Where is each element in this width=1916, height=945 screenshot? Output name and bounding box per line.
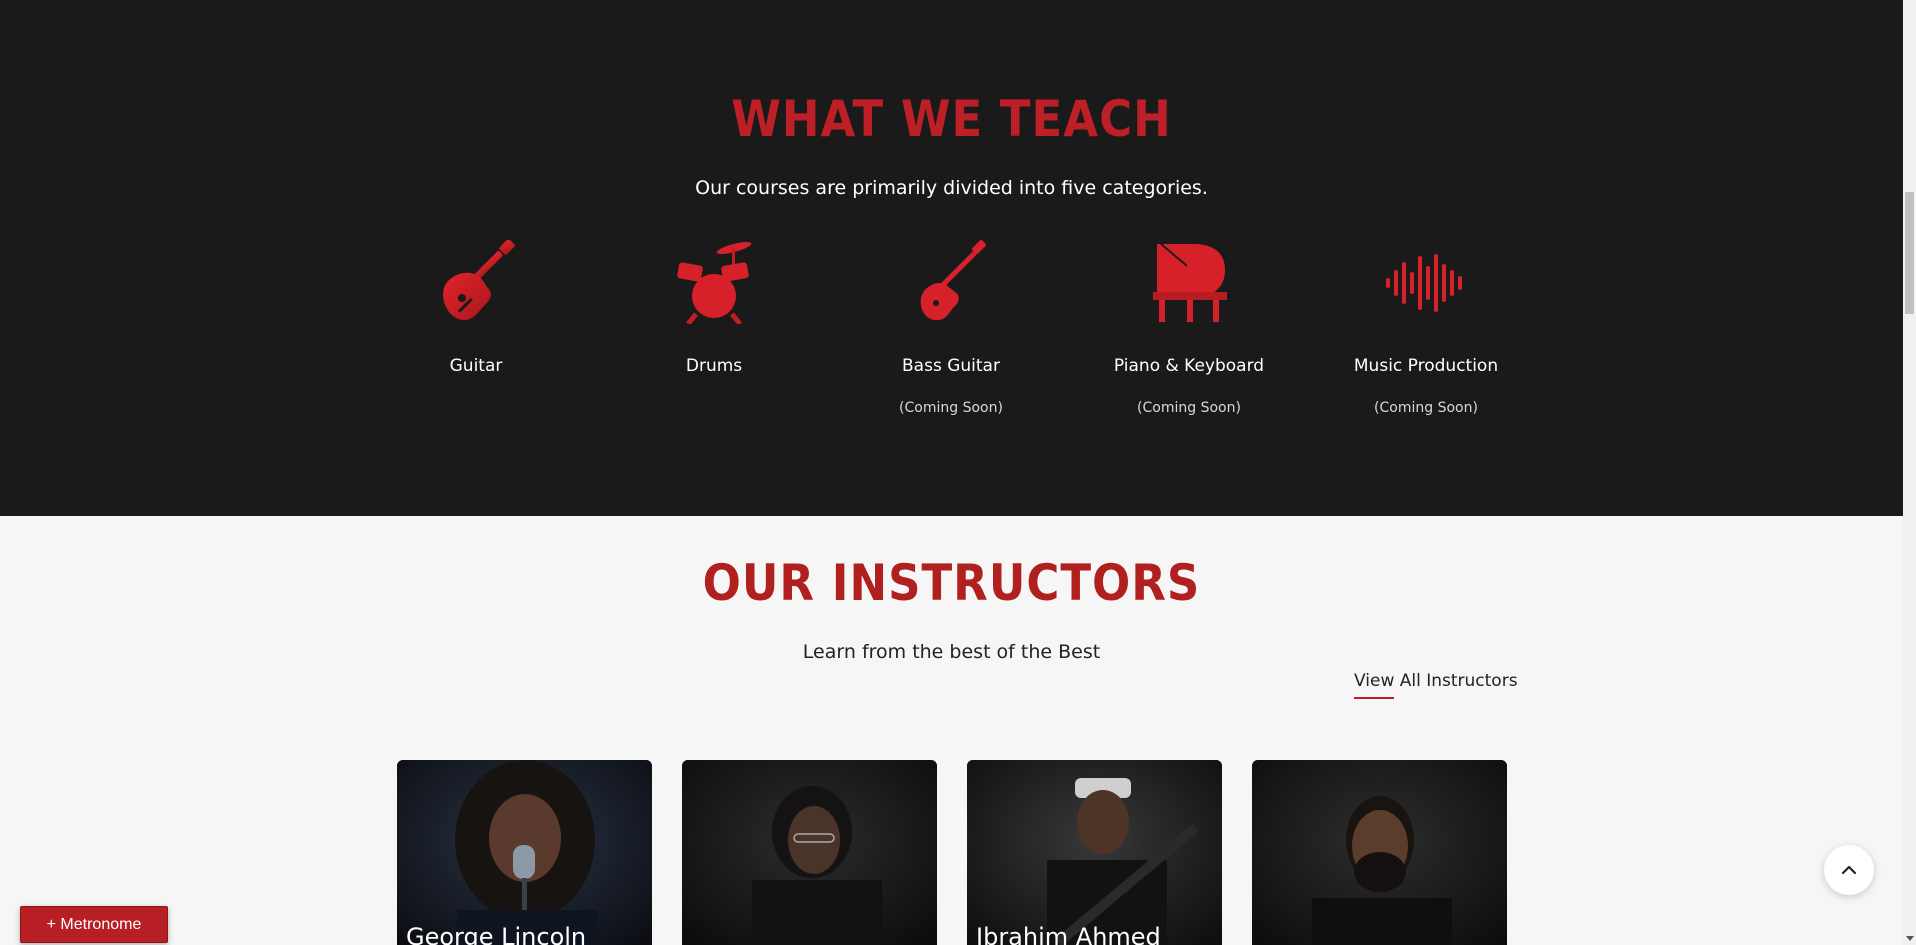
drum-kit-icon: [672, 240, 756, 324]
category-music-production[interactable]: Music Production (Coming Soon): [1306, 240, 1546, 416]
category-name: Bass Guitar: [902, 356, 1000, 376]
category-name: Music Production: [1353, 356, 1499, 376]
bass-guitar-icon: [909, 240, 993, 324]
view-all-instructors-link[interactable]: View All Instructors: [1354, 671, 1518, 691]
category-guitar[interactable]: Guitar: [356, 240, 596, 400]
category-drums[interactable]: Drums: [594, 240, 834, 400]
link-underline: [1354, 697, 1394, 699]
scroll-to-top-button[interactable]: [1824, 845, 1874, 895]
instructor-card[interactable]: [1252, 760, 1507, 945]
instructor-name: George Lincoln: [406, 923, 587, 945]
instructor-photo: [397, 760, 652, 945]
metronome-button[interactable]: + Metronome: [20, 906, 168, 943]
category-note: (Coming Soon): [899, 400, 1003, 416]
instructor-name: Ibrahim Ahmed: [976, 923, 1161, 945]
sound-wave-icon: [1384, 240, 1468, 324]
page: WHAT WE TEACH Our courses are primarily …: [0, 0, 1903, 945]
category-name: Drums: [685, 356, 743, 376]
category-name: Guitar: [449, 356, 503, 376]
section-title: WHAT WE TEACH: [731, 90, 1172, 148]
instructor-card[interactable]: George Lincoln: [397, 760, 652, 945]
instructor-card[interactable]: Ibrahim Ahmed: [967, 760, 1222, 945]
chevron-up-icon: [1841, 865, 1857, 875]
instructor-card[interactable]: [682, 760, 937, 945]
category-bass-guitar[interactable]: Bass Guitar (Coming Soon): [831, 240, 1071, 416]
category-note: (Coming Soon): [1137, 400, 1241, 416]
vertical-scrollbar[interactable]: [1903, 0, 1916, 945]
what-we-teach-section: WHAT WE TEACH Our courses are primarily …: [0, 0, 1903, 516]
instructor-photo: [682, 760, 937, 945]
instructor-photo: [1252, 760, 1507, 945]
section-title: OUR INSTRUCTORS: [702, 554, 1201, 612]
scroll-down-arrow-icon[interactable]: [1903, 932, 1916, 945]
category-piano[interactable]: Piano & Keyboard (Coming Soon): [1069, 240, 1309, 416]
grand-piano-icon: [1147, 240, 1231, 324]
electric-guitar-icon: [434, 240, 518, 324]
category-note: (Coming Soon): [1374, 400, 1478, 416]
instructor-photo: [967, 760, 1222, 945]
category-name: Piano & Keyboard: [1113, 356, 1265, 376]
section-subtitle: Our courses are primarily divided into f…: [695, 177, 1208, 199]
section-subtitle: Learn from the best of the Best: [802, 641, 1101, 663]
scrollbar-thumb[interactable]: [1905, 192, 1914, 314]
